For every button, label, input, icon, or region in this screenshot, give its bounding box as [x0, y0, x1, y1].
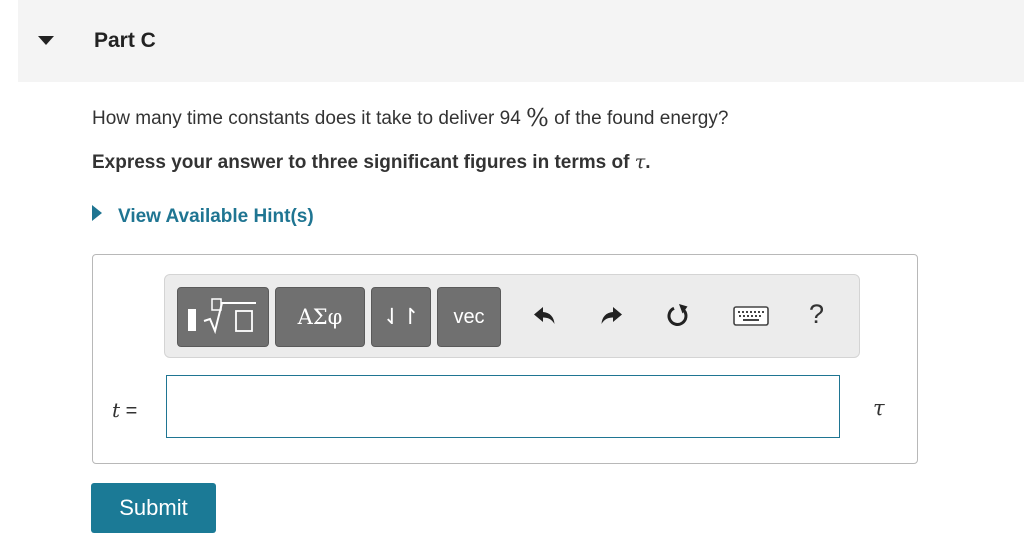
- instruction-text: Express your answer to three significant…: [92, 152, 635, 173]
- undo-button[interactable]: [531, 301, 559, 331]
- question-text-end: of the found energy?: [548, 108, 729, 129]
- variable-t: t: [112, 398, 121, 422]
- reset-icon: [667, 304, 688, 326]
- answer-instruction: Express your answer to three significant…: [92, 151, 651, 174]
- templates-sqrt-icon: [188, 298, 256, 335]
- question-text-start: How many time constants does it take to …: [92, 108, 527, 129]
- templates-button[interactable]: [177, 287, 269, 347]
- part-header: [18, 0, 1024, 82]
- math-toolbar: ΑΣφ ⇃↾ vec ?: [164, 274, 860, 358]
- collapse-triangle-icon[interactable]: [38, 36, 54, 45]
- submit-button[interactable]: Submit: [91, 483, 216, 533]
- percent-symbol: %: [526, 104, 549, 132]
- help-button[interactable]: ?: [809, 299, 824, 330]
- expand-triangle-icon: [92, 205, 102, 221]
- greek-symbols-button[interactable]: ΑΣφ: [275, 287, 365, 347]
- hint-label: View Available Hint(s): [118, 206, 314, 227]
- view-hints-link[interactable]: View Available Hint(s): [92, 205, 314, 228]
- tau-symbol: τ: [634, 151, 646, 173]
- question-text: How many time constants does it take to …: [92, 102, 729, 132]
- instruction-period: .: [645, 152, 651, 173]
- redo-button[interactable]: [597, 301, 625, 331]
- answer-variable-label: t =: [112, 398, 137, 423]
- reset-button[interactable]: [663, 301, 693, 331]
- arrows-button[interactable]: ⇃↾: [371, 287, 431, 347]
- keyboard-icon: [733, 306, 769, 326]
- answer-unit: τ: [873, 396, 885, 420]
- undo-icon: [534, 307, 555, 324]
- vector-button[interactable]: vec: [437, 287, 501, 347]
- keyboard-button[interactable]: [731, 301, 771, 331]
- redo-icon: [601, 307, 622, 324]
- equals-sign: =: [120, 400, 138, 422]
- part-title: Part C: [94, 29, 156, 52]
- answer-input[interactable]: [166, 375, 840, 438]
